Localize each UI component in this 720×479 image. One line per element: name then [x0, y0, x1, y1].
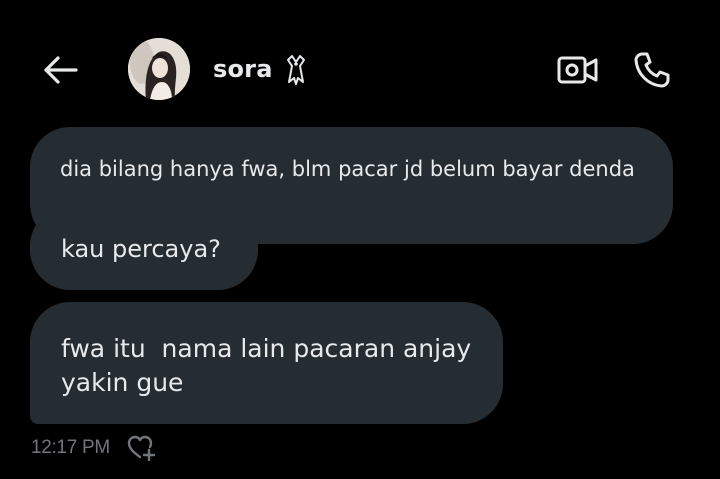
video-camera-icon [557, 56, 598, 84]
add-reaction-button[interactable] [126, 434, 158, 462]
timestamp: 12:17 PM [31, 437, 110, 458]
message-meta: 12:17 PM [31, 434, 158, 462]
back-button[interactable] [40, 50, 80, 90]
message-bubble[interactable]: kau percaya? [30, 206, 258, 290]
message-text-line: fwa itu nama lain pacaran anjay [61, 334, 472, 363]
arrow-left-icon [44, 56, 78, 84]
message-bubble[interactable]: fwa itu nama lain pacaran anjay yakin gu… [30, 302, 503, 424]
heart-plus-icon [127, 435, 156, 461]
message-text-line: yakin gue [61, 368, 184, 397]
message-text: kau percaya? [61, 235, 221, 263]
video-call-button[interactable] [556, 50, 600, 90]
contact-name[interactable]: sora [213, 55, 273, 83]
ribbon-icon [287, 55, 305, 85]
phone-icon [634, 52, 670, 88]
voice-call-button[interactable] [630, 48, 674, 92]
avatar-photo [128, 38, 190, 100]
message-text: dia bilang hanya fwa, blm pacar jd belum… [60, 157, 635, 181]
chat-header: sora [0, 0, 720, 140]
avatar[interactable] [128, 38, 190, 100]
